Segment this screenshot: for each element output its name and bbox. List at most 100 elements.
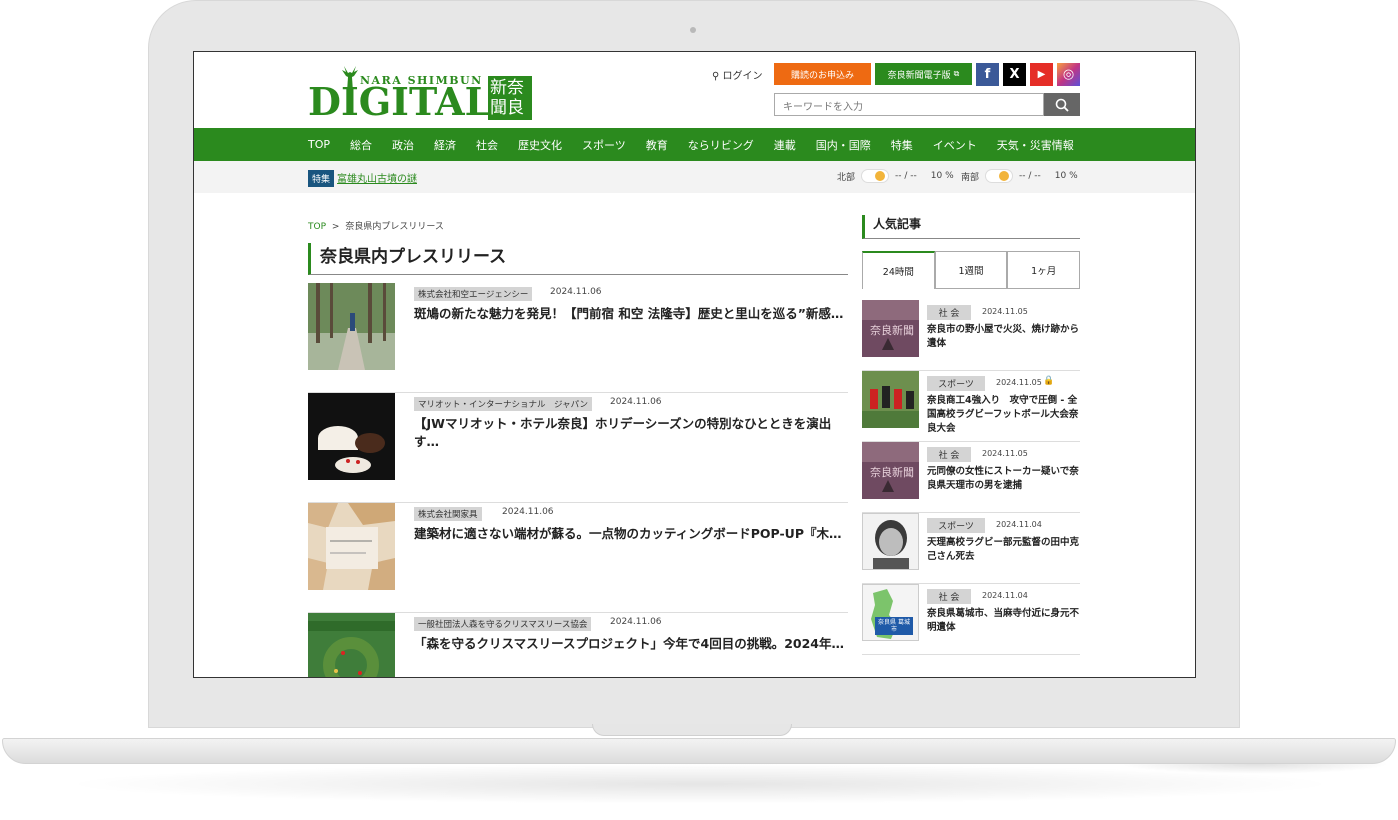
article-date: 2024.11.06 [610,617,662,627]
login-label: ログイン [722,71,763,82]
popular-date: 2024.11.05 [982,307,1028,316]
article-item[interactable]: 一般社団法人森を守るクリスマスリース協会 2024.11.06 「森を守るクリス… [308,613,848,677]
weather-south-temp: -- / -- [1019,171,1041,181]
nav-item[interactable]: 総合 [350,137,372,153]
weather-north: 北部 -- / -- 10 % [837,169,954,183]
article-title[interactable]: 建築材に適さない端材が蘇る。一点物のカッティングボードPOP-UP『木… [414,525,844,543]
laptop-mockup: NARA SHIMBUN DIGITAL 新奈聞良 ⚲ ログイン 購読のお申込み… [0,0,1398,820]
svg-text:奈良新聞: 奈良新聞 [870,323,914,337]
article-thumbnail[interactable] [308,613,395,677]
popular-thumbnail[interactable] [862,371,919,428]
popular-title: 人気記事 [862,215,1080,239]
popular-category: 社 会 [927,589,971,604]
article-company: 一般社団法人森を守るクリスマスリース協会 [414,617,592,631]
article-thumbnail[interactable] [308,283,395,370]
article-title[interactable]: 【JWマリオット・ホテル奈良】ホリデーシーズンの特別なひとときを演出す… [414,415,844,451]
nav-item[interactable]: イベント [933,137,977,153]
youtube-icon[interactable]: ▶ [1030,63,1053,86]
article-title[interactable]: 「森を守るクリスマスリースプロジェクト」今年で4回目の挑戦。2024年… [414,635,844,653]
page-title: 奈良県内プレスリリース [308,243,848,275]
logo-big-text: DIGITAL [308,79,492,124]
popular-title-text[interactable]: 奈良県葛城市、当麻寺付近に身元不明遺体 [927,607,1082,635]
article-company: 株式会社関家具 [414,507,482,521]
popular-thumbnail[interactable]: 奈良県 葛城市 [862,584,919,641]
instagram-icon[interactable]: ◎ [1057,63,1080,86]
popular-title-text[interactable]: 奈良市の野小屋で火災、焼け跡から遺体 [927,323,1082,351]
popular-category: スポーツ [927,376,985,391]
lock-icon: 🔒 [1043,376,1055,386]
popular-category: スポーツ [927,518,985,533]
sun-icon [985,169,1014,183]
portrait-image [863,514,918,569]
popular-date: 2024.11.04 [982,591,1028,600]
nav-item[interactable]: スポーツ [582,137,626,153]
nav-item[interactable]: 教育 [646,137,668,153]
search-button[interactable] [1044,93,1080,116]
x-icon[interactable]: X [1003,63,1026,86]
logo-kanji: 新奈聞良 [488,76,532,120]
article-item[interactable]: 株式会社和空エージェンシー 2024.11.06 斑鳩の新たな魅力を発見！【門前… [308,283,848,393]
breadcrumb-sep: > [331,222,340,232]
facebook-icon[interactable]: f [976,63,999,86]
nav-item[interactable]: 国内・国際 [816,137,871,153]
article-item[interactable]: 株式会社関家具 2024.11.06 建築材に適さない端材が蘇る。一点物のカッテ… [308,503,848,613]
nav-item[interactable]: 歴史文化 [518,137,562,153]
popular-item[interactable]: 奈良県 葛城市 社 会 2024.11.04 奈良県葛城市、当麻寺付近に身元不明… [862,584,1080,655]
popular-item[interactable]: スポーツ 2024.11.05 🔒 奈良商工4強入り 攻守で圧倒 - 全国高校ラ… [862,371,1080,442]
nav-item[interactable]: ならリビング [688,137,754,153]
weather-south-label: 南部 [961,172,980,183]
sub-bar: 特集 富雄丸山古墳の謎 北部 -- / -- 10 % 南部 -- / -- 1… [194,161,1195,193]
nav-item[interactable]: 社会 [476,137,498,153]
rugby-image [862,371,919,428]
search-icon [1055,98,1069,112]
epaper-label: 奈良新聞電子版 [887,70,951,81]
nav-item[interactable]: 天気・災害情報 [997,137,1074,153]
popular-date: 2024.11.05 [982,449,1028,458]
popular-thumbnail[interactable]: 奈良新聞 [862,300,919,357]
nav-item[interactable]: 経済 [434,137,456,153]
popular-title-text[interactable]: 奈良商工4強入り 攻守で圧倒 - 全国高校ラグビーフットボール大会奈良大会 [927,394,1082,436]
article-company: マリオット・インターナショナル ジャパン [414,397,593,411]
laptop-notch [592,724,792,736]
epaper-button[interactable]: 奈良新聞電子版 ⧉ [875,63,972,85]
login-link[interactable]: ⚲ ログイン [712,67,763,82]
popular-title-text[interactable]: 天理高校ラグビー部元監督の田中克己さん死去 [927,536,1082,564]
nav-item[interactable]: 特集 [891,137,913,153]
cake-image [308,393,395,480]
tab-1month[interactable]: 1ヶ月 [1007,251,1081,289]
nav-item[interactable]: 政治 [392,137,414,153]
tab-1week[interactable]: 1週間 [934,251,1008,289]
popular-category: 社 会 [927,447,971,462]
nav-items: TOP 総合 政治 経済 社会 歴史文化 スポーツ 教育 ならリビング 連載 国内・国際 特集 イベント… [308,128,1094,161]
site-logo[interactable]: NARA SHIMBUN DIGITAL 新奈聞良 [308,64,533,122]
article-date: 2024.11.06 [502,507,554,517]
weather-north-label: 北部 [837,172,856,183]
article-thumbnail[interactable] [308,503,395,590]
svg-text:奈良新聞: 奈良新聞 [870,465,914,479]
subscribe-button[interactable]: 購読のお申込み [774,63,871,85]
article-company: 株式会社和空エージェンシー [414,287,533,301]
feature-link[interactable]: 富雄丸山古墳の謎 [337,170,417,185]
feature-tag: 特集 [308,170,335,187]
popular-date: 2024.11.04 [996,520,1042,529]
article-date: 2024.11.06 [610,397,662,407]
search-input[interactable]: キーワードを入力 [774,93,1044,116]
breadcrumb-top[interactable]: TOP [308,222,326,232]
popular-item[interactable]: スポーツ 2024.11.04 天理高校ラグビー部元監督の田中克己さん死去 [862,513,1080,584]
weather-south-rain: 10 % [1054,171,1078,181]
article-item[interactable]: マリオット・インターナショナル ジャパン 2024.11.06 【JWマリオット… [308,393,848,503]
article-title[interactable]: 斑鳩の新たな魅力を発見！【門前宿 和空 法隆寺】歴史と里山を巡る”新感… [414,305,844,323]
nara-shimbun-image: 奈良新聞 [862,300,919,357]
popular-title-text[interactable]: 元同僚の女性にストーカー疑いで奈良県天理市の男を逮捕 [927,465,1082,493]
nav-item[interactable]: 連載 [774,137,796,153]
article-date: 2024.11.06 [550,287,602,297]
tab-24h[interactable]: 24時間 [862,251,935,289]
popular-item[interactable]: 奈良新聞 社 会 2024.11.05 元同僚の女性にストーカー疑いで奈良県天理… [862,442,1080,513]
popular-item[interactable]: 奈良新聞 社 会 2024.11.05 奈良市の野小屋で火災、焼け跡から遺体 [862,300,1080,371]
nav-item[interactable]: TOP [308,138,330,151]
article-thumbnail[interactable] [308,393,395,480]
popular-tabs: 24時間 1週間 1ヶ月 [862,251,1081,289]
popular-category: 社 会 [927,305,971,320]
popular-thumbnail[interactable]: 奈良新聞 [862,442,919,499]
popular-thumbnail[interactable] [862,513,919,570]
